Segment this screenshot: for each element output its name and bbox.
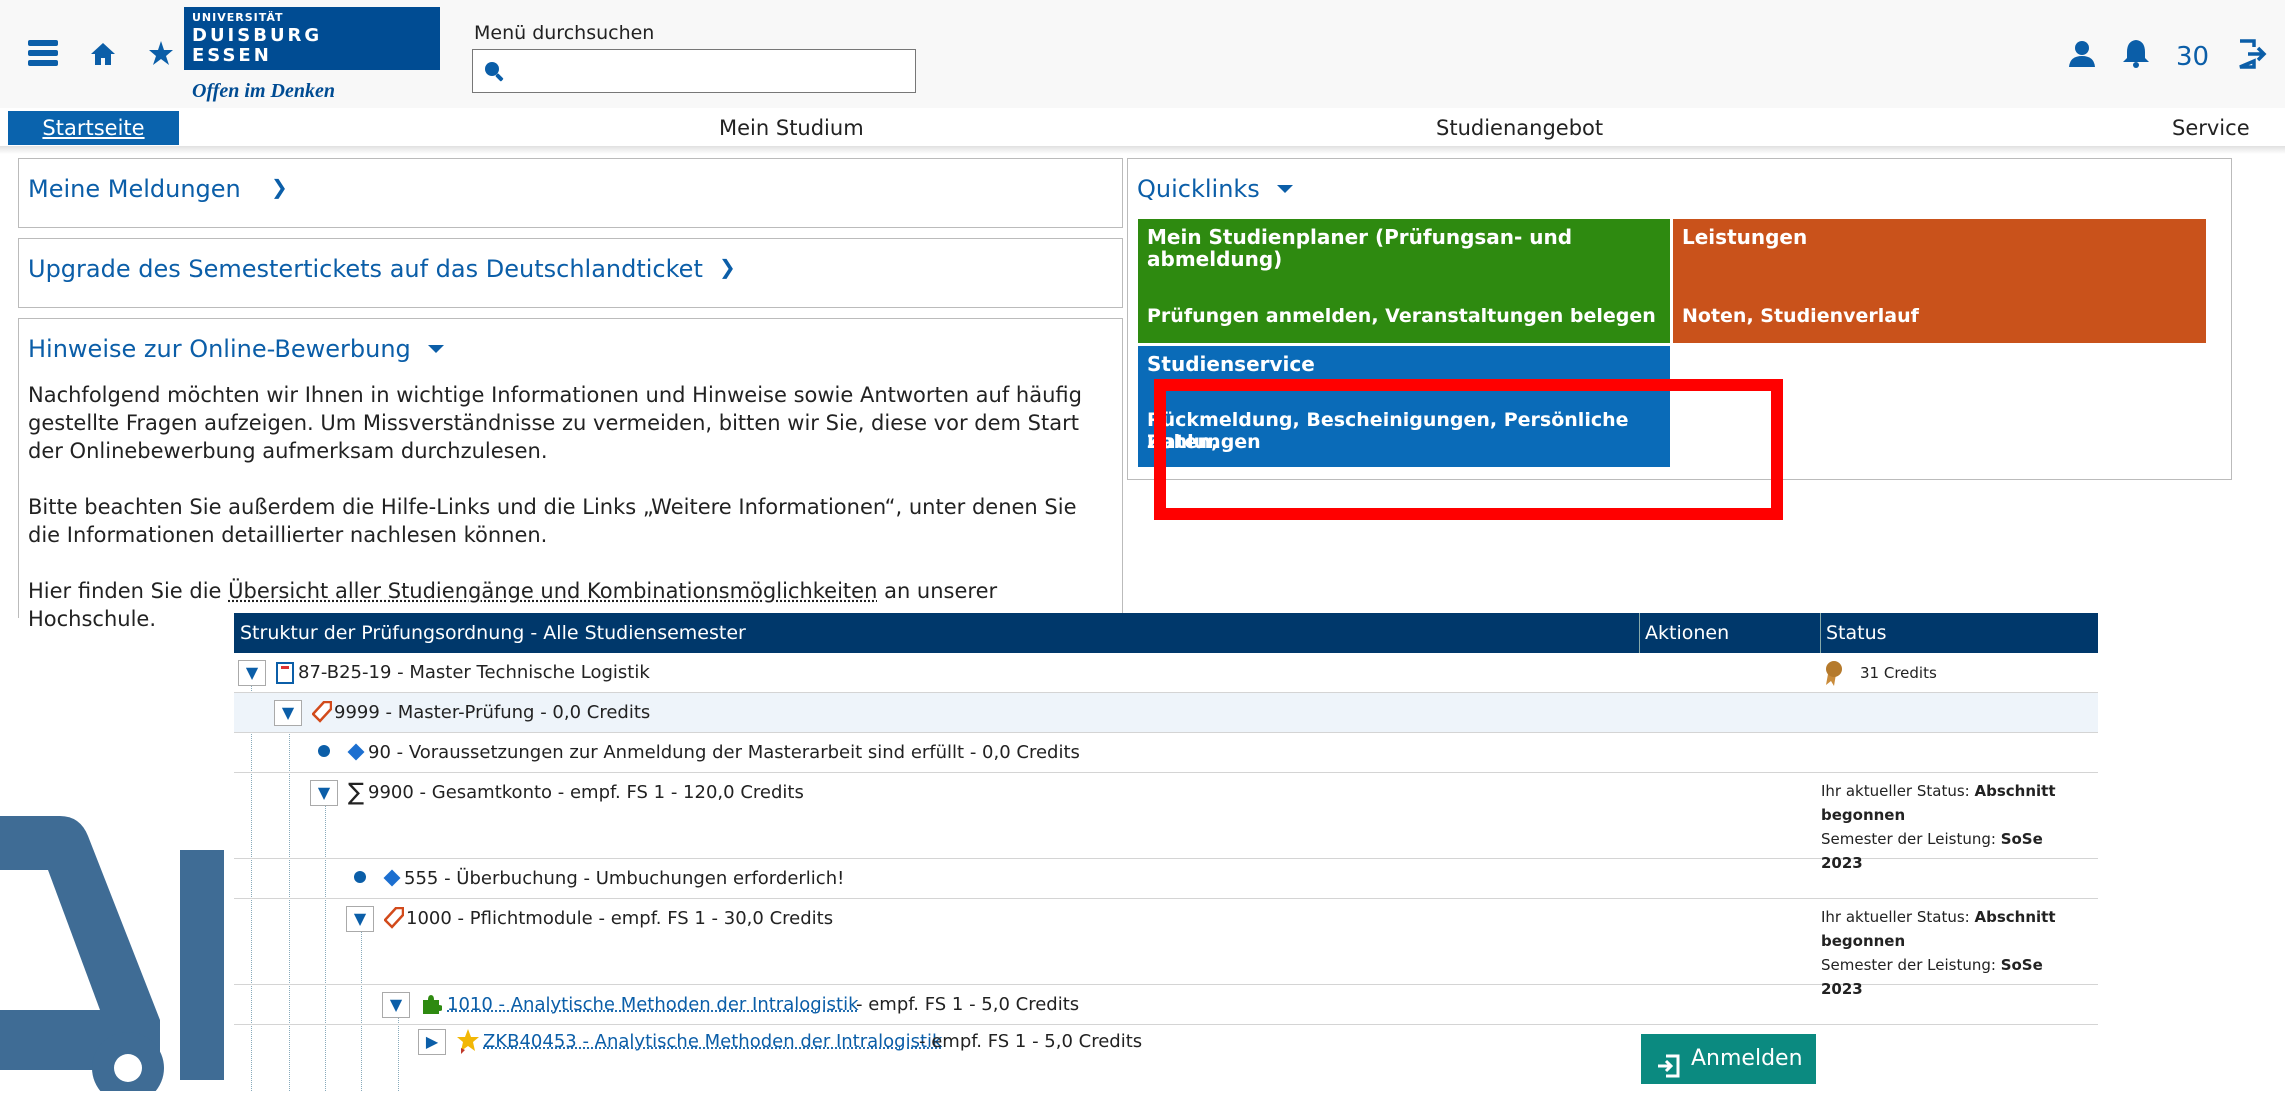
table-row: ▶ ZKB40453 - Analytische Methoden der In… — [234, 1025, 2098, 1091]
deutschlandticket-panel[interactable]: Upgrade des Semestertickets auf das Deut… — [18, 238, 1123, 308]
header-actions: Aktionen — [1645, 622, 1729, 644]
row-text: 9900 - Gesamtkonto - empf. FS 1 - 120,0 … — [368, 782, 804, 803]
star-icon[interactable] — [148, 40, 174, 66]
collapse-caret[interactable]: ▼ — [274, 700, 302, 726]
header-status: Status — [1826, 622, 1887, 644]
tile-leistungen-sub: Noten, Studienverlauf — [1682, 305, 1919, 327]
anmelden-label: Anmelden — [1691, 1034, 1803, 1084]
hinweise-title[interactable]: Hinweise zur Online-Bewerbung — [28, 335, 411, 363]
semester-label: Semester der Leistung: — [1821, 956, 1996, 974]
tile-leistungen-title: Leistungen — [1682, 226, 1807, 248]
collapse-caret[interactable]: ▼ — [238, 660, 266, 686]
anmelden-button[interactable]: Anmelden — [1641, 1034, 1816, 1084]
logo-line3: ESSEN — [192, 45, 272, 66]
module-link[interactable]: 1010 - Analytische Methoden der Intralog… — [447, 994, 859, 1015]
notification-count[interactable]: 30 — [2176, 42, 2209, 72]
collapse-caret[interactable]: ▼ — [310, 780, 338, 806]
row-text: 1000 - Pflichtmodule - empf. FS 1 - 30,0… — [406, 908, 833, 929]
chevron-down-icon[interactable] — [425, 337, 447, 363]
status-value: Abschnitt — [1975, 908, 2056, 926]
bell-icon[interactable] — [2122, 38, 2150, 68]
logo-line1: UNIVERSITÄT — [192, 11, 284, 24]
tile-studienservice-title: Studienservice — [1147, 353, 1315, 375]
enter-icon — [1657, 1047, 1681, 1097]
status-label: Ihr aktueller Status: — [1821, 782, 1970, 800]
star-award-icon — [456, 1028, 480, 1059]
tile-studienplaner[interactable]: Mein Studienplaner (Prüfungsan- und abme… — [1138, 219, 1670, 343]
chevron-right-icon: ❯ — [719, 255, 736, 279]
meldungen-panel[interactable]: Meine Meldungen ❯ — [18, 158, 1123, 228]
table-row: 555 - Überbuchung - Umbuchungen erforder… — [234, 859, 2098, 899]
meldungen-title[interactable]: Meine Meldungen — [28, 175, 241, 203]
bullet-icon — [354, 871, 366, 883]
tile-leistungen[interactable]: Leistungen Noten, Studienverlauf — [1673, 219, 2206, 343]
tab-mein-studium[interactable]: Mein Studium — [719, 111, 864, 145]
search-input[interactable] — [472, 49, 916, 93]
collapse-caret[interactable]: ▼ — [382, 992, 410, 1018]
exam-link[interactable]: ZKB40453 - Analytische Methoden der Intr… — [483, 1031, 942, 1052]
para3-prefix: Hier finden Sie die — [28, 579, 221, 603]
logout-icon[interactable] — [2236, 38, 2268, 70]
chevron-down-icon[interactable] — [1274, 177, 1296, 203]
tile-studienplaner-sub: Prüfungen anmelden, Veranstaltungen bele… — [1147, 305, 1656, 327]
table-row: ▼ 1010 - Analytische Methoden der Intral… — [234, 985, 2098, 1025]
highlight-box — [1154, 379, 1783, 520]
tag-icon — [312, 701, 332, 728]
bullet-icon — [318, 745, 330, 757]
menu-icon[interactable] — [28, 38, 58, 68]
search-label: Menü durchsuchen — [474, 22, 654, 44]
table-row: 90 - Voraussetzungen zur Anmeldung der M… — [234, 733, 2098, 773]
deutschlandticket-title[interactable]: Upgrade des Semestertickets auf das Deut… — [28, 255, 703, 283]
nav-divider — [0, 146, 2285, 154]
logo-slogan: Offen im Denken — [192, 80, 335, 103]
tile-studienplaner-title: Mein Studienplaner (Prüfungsan- und abme… — [1147, 226, 1587, 270]
forklift-graphic — [0, 810, 234, 1091]
hinweise-paragraph-1: Nachfolgend möchten wir Ihnen in wichtig… — [28, 381, 1088, 465]
table-row: ▼ ∑ 9900 - Gesamtkonto - empf. FS 1 - 12… — [234, 773, 2098, 859]
tag-icon — [384, 907, 404, 934]
diamond-icon — [348, 744, 365, 761]
tab-service[interactable]: Service — [2172, 111, 2250, 145]
row-text: 87-B25-19 - Master Technische Logistik — [298, 662, 650, 683]
table-row: ▼ 87-B25-19 - Master Technische Logistik… — [234, 653, 2098, 693]
table-row: ▼ 1000 - Pflichtmodule - empf. FS 1 - 30… — [234, 899, 2098, 985]
row-text: - empf. FS 1 - 5,0 Credits — [919, 1031, 1142, 1052]
table-header: Struktur der Prüfungsordnung - Alle Stud… — [234, 613, 2098, 653]
status-label: Ihr aktueller Status: — [1821, 908, 1970, 926]
table-row: ▼ 9999 - Master-Prüfung - 0,0 Credits — [234, 693, 2098, 733]
row-text: 555 - Überbuchung - Umbuchungen erforder… — [404, 868, 844, 889]
hinweise-paragraph-2: Bitte beachten Sie außerdem die Hilfe-Li… — [28, 493, 1088, 549]
award-icon — [1824, 660, 1844, 691]
expand-caret[interactable]: ▶ — [418, 1029, 446, 1055]
status-value: begonnen — [1821, 806, 1905, 824]
document-icon — [276, 662, 294, 689]
status-value: begonnen — [1821, 932, 1905, 950]
status-value: Abschnitt — [1975, 782, 2056, 800]
tab-startseite[interactable]: Startseite — [8, 111, 179, 145]
chevron-right-icon: ❯ — [271, 175, 288, 199]
search-icon — [483, 60, 505, 86]
quicklinks-title[interactable]: Quicklinks — [1137, 175, 1260, 203]
header-structure: Struktur der Prüfungsordnung - Alle Stud… — [240, 622, 746, 644]
diamond-icon — [384, 870, 401, 887]
row-text: - empf. FS 1 - 5,0 Credits — [856, 994, 1079, 1015]
row-text: 9999 - Master-Prüfung - 0,0 Credits — [334, 702, 650, 723]
semester-label: Semester der Leistung: — [1821, 830, 1996, 848]
collapse-caret[interactable]: ▼ — [346, 906, 374, 932]
university-logo[interactable]: UNIVERSITÄT DUISBURG ESSEN — [184, 7, 440, 70]
studiengaenge-link[interactable]: Übersicht aller Studiengänge und Kombina… — [228, 579, 877, 603]
user-icon[interactable] — [2068, 40, 2096, 68]
logo-line2: DUISBURG — [192, 25, 322, 46]
home-icon[interactable] — [90, 42, 116, 66]
puzzle-icon — [420, 993, 442, 1020]
sigma-icon: ∑ — [348, 778, 364, 806]
row-text: 90 - Voraussetzungen zur Anmeldung der M… — [368, 742, 1080, 763]
hinweise-panel: Hinweise zur Online-Bewerbung Nachfolgen… — [18, 318, 1123, 618]
row-status-credits: 31 Credits — [1860, 661, 1937, 685]
tab-studienangebot[interactable]: Studienangebot — [1436, 111, 1603, 145]
